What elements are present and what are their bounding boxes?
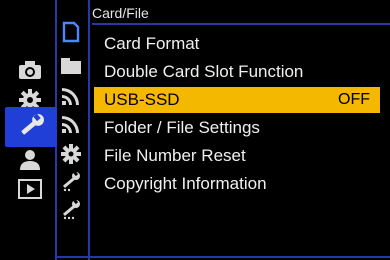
menu-item-folder-file-settings[interactable]: Folder / File Settings: [94, 115, 380, 141]
tab-card-file[interactable]: [58, 20, 84, 44]
menu-item-label: Copyright Information: [104, 174, 267, 193]
menu-item-label: Folder / File Settings: [104, 118, 260, 137]
menu-item-label: Double Card Slot Function: [104, 62, 304, 81]
tab-monitor[interactable]: [58, 54, 84, 78]
menu-item-label: Card Format: [104, 34, 200, 53]
menu-item-copyright-information[interactable]: Copyright Information: [94, 171, 380, 197]
menu-item-usb-ssd[interactable]: USB-SSD OFF: [94, 87, 380, 113]
signal-icon: [62, 88, 79, 105]
tab-setting[interactable]: [58, 142, 84, 166]
menu-item-file-number-reset[interactable]: File Number Reset: [94, 143, 380, 169]
header-divider: [92, 23, 390, 25]
menu-item-label: USB-SSD: [104, 90, 180, 109]
camera-menu-screen: Card/File Card Format Double Card Slot F…: [0, 0, 390, 260]
tab-wireless-2[interactable]: [58, 112, 84, 136]
signal-icon: [62, 116, 79, 133]
page-title: Card/File: [92, 5, 149, 21]
tab-wireless-1[interactable]: [58, 84, 84, 108]
folder-icon: [61, 58, 81, 74]
wrench-icon: [21, 114, 44, 135]
tab-others-1[interactable]: [58, 170, 84, 194]
menu-item-label: File Number Reset: [104, 146, 246, 165]
camera-icon: [19, 61, 41, 79]
category-user[interactable]: [10, 146, 50, 174]
category-setup[interactable]: [5, 107, 57, 147]
category-photo[interactable]: [10, 56, 50, 84]
wrench-icon: [62, 171, 80, 192]
wrench-icon: [62, 199, 80, 220]
rail-bottom: [55, 256, 390, 258]
tab-others-2[interactable]: [58, 198, 84, 222]
gear-icon: [61, 144, 81, 164]
playback-icon: [18, 179, 42, 199]
menu-item-double-card-slot[interactable]: Double Card Slot Function: [94, 59, 380, 85]
rail-divider-right: [88, 0, 90, 260]
menu-item-value: OFF: [338, 91, 370, 108]
menu-item-card-format[interactable]: Card Format: [94, 31, 380, 57]
person-icon: [20, 150, 40, 170]
category-playback[interactable]: [10, 175, 50, 203]
card-icon: [62, 21, 80, 43]
